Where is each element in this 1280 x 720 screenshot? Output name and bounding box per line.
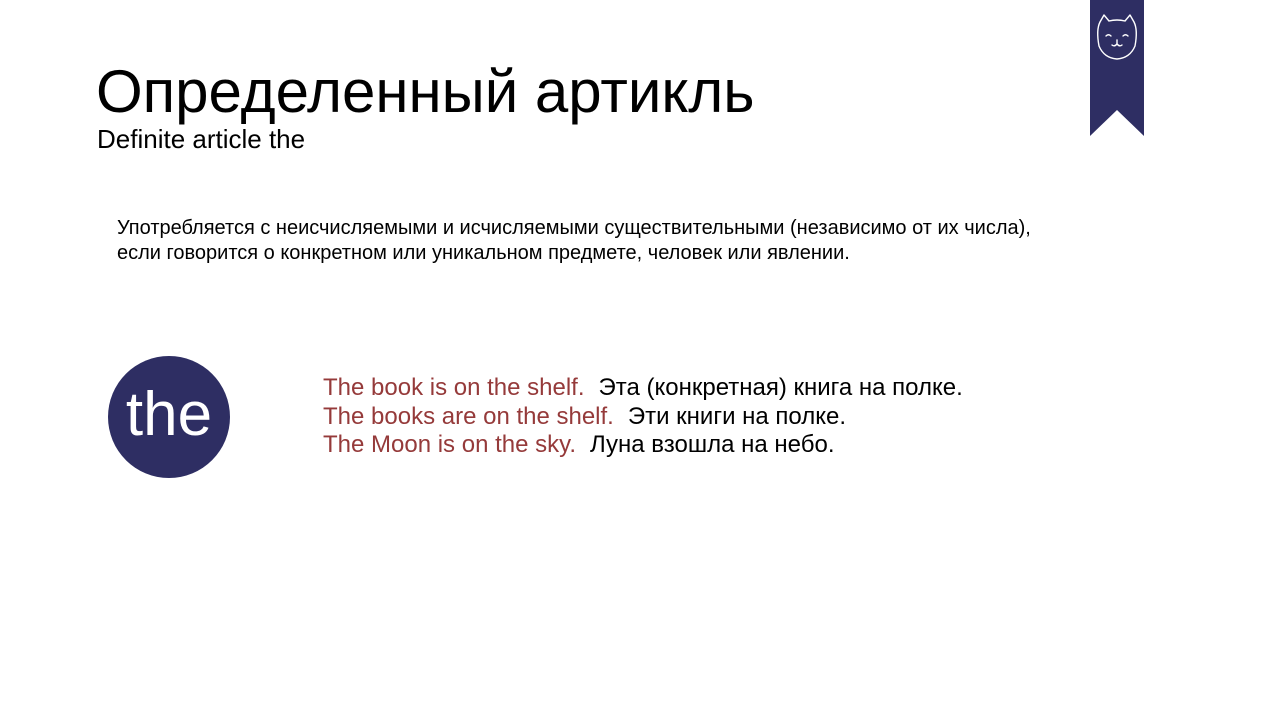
- example-row: The books are on the shelf. Эти книги на …: [323, 403, 963, 432]
- description-line-1: Употребляется с неисчисляемыми и исчисля…: [117, 217, 1031, 239]
- slide-title: Определенный артикль: [96, 58, 755, 125]
- bookmark-ribbon: [1090, 0, 1144, 136]
- example-russian: Луна взошла на небо.: [590, 431, 835, 458]
- description-line-2: если говорится о конкретном или уникальн…: [117, 242, 850, 264]
- slide-subtitle: Definite article the: [97, 124, 306, 154]
- examples-list: The book is on the shelf. Эта (конкретная…: [323, 374, 963, 460]
- example-row: The Moon is on the sky. Луна взошла на не…: [323, 431, 963, 460]
- example-english: The book is on the shelf.: [323, 374, 585, 401]
- example-row: The book is on the shelf. Эта (конкретная…: [323, 374, 963, 403]
- article-description: Употребляется с неисчисляемыми и исчисля…: [117, 216, 1157, 266]
- badge-label: the: [125, 380, 213, 449]
- example-english: The books are on the shelf.: [323, 402, 614, 430]
- example-russian: Эта (конкретная) книга на полке.: [598, 374, 963, 401]
- the-badge: the: [108, 356, 230, 478]
- example-russian: Эти книги на полке.: [627, 402, 847, 430]
- slide: Определенный артикль Definite article th…: [0, 0, 1280, 720]
- example-english: The Moon is on the sky.: [323, 431, 577, 458]
